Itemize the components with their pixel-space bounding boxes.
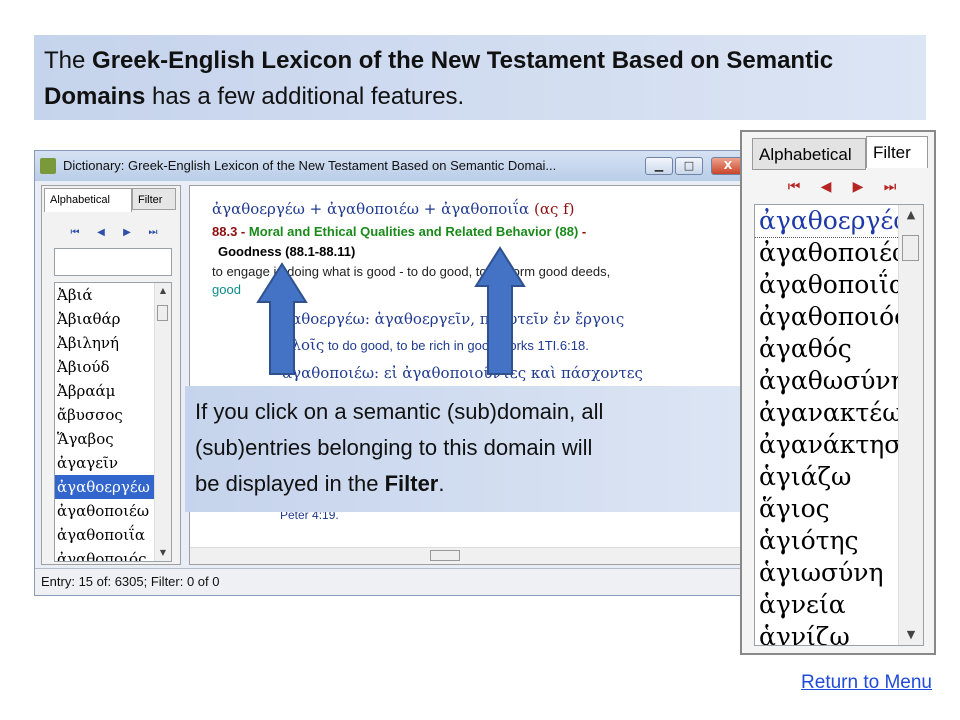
filter-list[interactable]: ἀγαθοεργέω ἀγαθοποιέω ἀγαθοποιΐα ἀγαθοπο…: [754, 204, 924, 646]
scroll-thumb[interactable]: [430, 550, 460, 561]
app-icon: [40, 158, 56, 174]
dictionary-window: Dictionary: Greek-English Lexicon of the…: [34, 150, 756, 596]
scroll-up-icon[interactable]: ▲: [155, 283, 171, 299]
horizontal-scrollbar[interactable]: [190, 547, 748, 564]
minimize-button[interactable]: ▁: [645, 157, 673, 175]
scroll-thumb[interactable]: [157, 305, 168, 321]
window-title: Dictionary: Greek-English Lexicon of the…: [63, 158, 557, 173]
domain-link[interactable]: Moral and Ethical Qualities and Related …: [249, 224, 578, 239]
example-1: καλοῖς to do good, to be rich in good wo…: [272, 336, 589, 354]
scroll-down-icon[interactable]: ▼: [155, 545, 171, 561]
first-icon[interactable]: ⏮: [778, 179, 810, 195]
subdomain-link[interactable]: Goodness (88.1-88.11): [218, 244, 355, 259]
headword: ἀγαθοεργέω: [212, 200, 305, 218]
zoom-tab-filter[interactable]: Filter: [866, 136, 928, 168]
scroll-down-icon[interactable]: ▼: [899, 625, 923, 645]
prev-icon[interactable]: ◀: [810, 179, 842, 195]
example-1-greek: ἀγαθοεργέω: ἀγαθοεργεῖν, πλουτεῖν ἐν ἔργ…: [272, 310, 625, 328]
domain-line: 88.3 - Moral and Ethical Qualities and R…: [212, 224, 587, 239]
pointer-arrow-1-icon: [256, 262, 308, 375]
scroll-thumb[interactable]: [902, 235, 919, 261]
prev-icon[interactable]: ◀: [88, 227, 114, 238]
slide-title: The Greek-English Lexicon of the New Tes…: [44, 47, 834, 110]
zoom-nav-buttons: ⏮ ◀ ▶ ⏭: [778, 176, 906, 195]
tab-filter[interactable]: Filter: [132, 188, 176, 210]
return-to-menu-link[interactable]: Return to Menu: [801, 672, 932, 694]
tab-alphabetical[interactable]: Alphabetical: [44, 188, 132, 212]
index-pane: Alphabetical Filter ⏮ ◀ ▶ ⏭ Ἀβιά Ἀβιαθάρ Ἀβ…: [41, 185, 181, 565]
last-icon[interactable]: ⏭: [140, 227, 166, 238]
entry-list[interactable]: Ἀβιά Ἀβιαθάρ Ἀβιληνή Ἀβιούδ Ἀβραάμ ἄβυσσ…: [54, 282, 172, 562]
callout-box: If you click on a semantic (sub)domain, …: [185, 386, 740, 512]
filter-scrollbar[interactable]: ▲ ▼: [898, 205, 923, 645]
status-text: Entry: 15 of: 6305; Filter: 0 of 0: [41, 574, 220, 589]
zoomed-index-panel: Alphabetical Filter ⏮ ◀ ▶ ⏭ ἀγαθοεργέω ἀγαθ…: [740, 130, 936, 655]
nav-buttons: ⏮ ◀ ▶ ⏭: [62, 220, 166, 239]
window-titlebar[interactable]: Dictionary: Greek-English Lexicon of the…: [35, 151, 755, 181]
next-icon[interactable]: ▶: [114, 227, 140, 238]
slide-title-box: The Greek-English Lexicon of the New Tes…: [34, 35, 926, 120]
maximize-button[interactable]: □: [675, 157, 703, 175]
next-icon[interactable]: ▶: [842, 179, 874, 195]
definition-cont: good: [212, 282, 241, 297]
search-input[interactable]: [54, 248, 172, 276]
list-scrollbar[interactable]: ▲ ▼: [154, 283, 171, 561]
pointer-arrow-2-icon: [474, 246, 526, 375]
status-bar: Entry: 15 of: 6305; Filter: 0 of 0: [35, 568, 755, 595]
example-2-greek: ἀγαθοποιέω: εἰ ἀγαθοποιοῦντες καὶ πάσχον…: [282, 364, 643, 382]
zoom-tab-alphabetical[interactable]: Alphabetical: [752, 138, 866, 170]
entry-headwords: ἀγαθοεργέω + ἀγαθοποιέω + ἀγαθοποιΐα (ας…: [212, 200, 575, 218]
first-icon[interactable]: ⏮: [62, 227, 88, 238]
domain-number: 88.3: [212, 224, 238, 239]
last-icon[interactable]: ⏭: [874, 179, 906, 195]
scroll-up-icon[interactable]: ▲: [899, 205, 923, 225]
callout-text: If you click on a semantic (sub)domain, …: [195, 399, 604, 496]
